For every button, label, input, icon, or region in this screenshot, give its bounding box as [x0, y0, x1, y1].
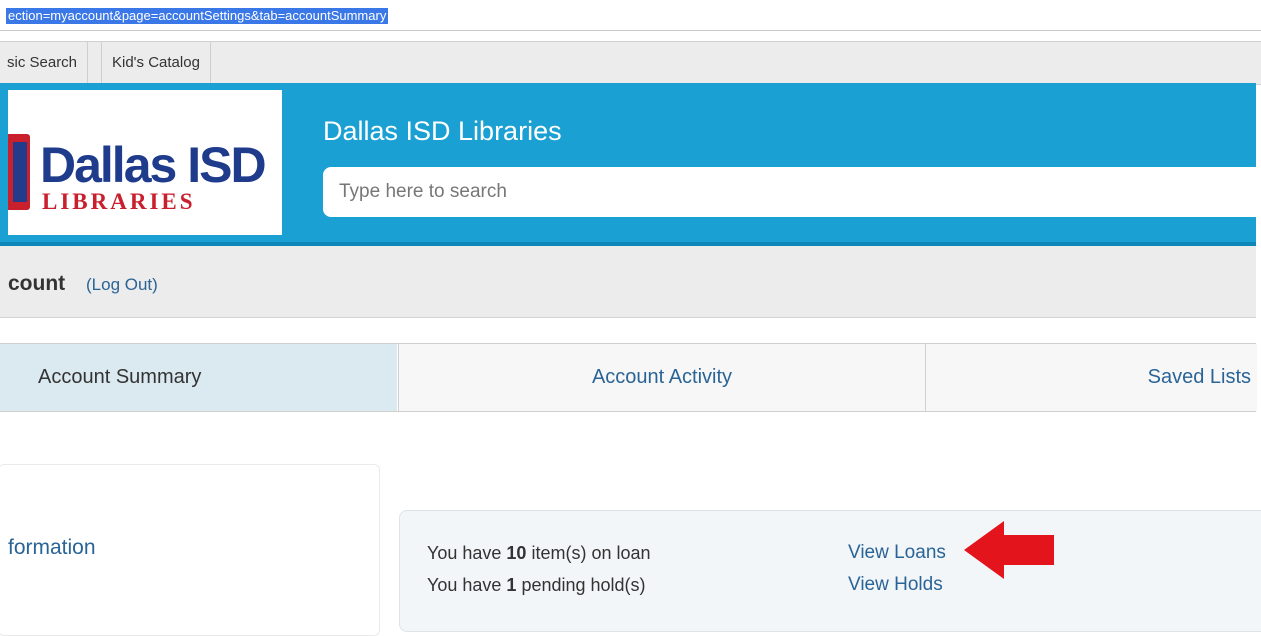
catalog-search-input[interactable]	[323, 167, 1261, 217]
logo-text-libraries: LIBRARIES	[42, 189, 196, 214]
library-logo[interactable]: Dallas ISD LIBRARIES	[8, 90, 282, 235]
view-holds-link[interactable]: View Holds	[848, 574, 943, 596]
red-arrow-icon	[964, 521, 1054, 579]
account-summary-box	[399, 510, 1261, 632]
account-tabs: Account Summary Account Activity Saved L…	[0, 343, 1257, 412]
site-header: Dallas ISD LIBRARIES Dallas ISD Librarie…	[0, 83, 1261, 246]
tab-label: Account Summary	[38, 366, 202, 388]
account-bar: count (Log Out)	[0, 246, 1256, 318]
page-title: count	[8, 272, 66, 295]
logo-text-dallas-isd: Dallas ISD	[40, 137, 267, 193]
catalog-tab-bar: sic Search Kid's Catalog	[0, 41, 1261, 85]
catalog-tab-basic-search[interactable]: sic Search	[0, 42, 89, 83]
tab-account-summary[interactable]: Account Summary	[0, 344, 397, 411]
hold-prefix: You have	[427, 575, 507, 595]
tab-label: Saved Lists	[1147, 366, 1251, 388]
tab-saved-lists[interactable]: Saved Lists	[925, 344, 1257, 411]
loan-summary-text: You have 10 item(s) on loan	[427, 543, 651, 564]
tab-account-activity[interactable]: Account Activity	[398, 344, 925, 411]
site-title: Dallas ISD Libraries	[323, 116, 562, 146]
catalog-tab-kids-catalog[interactable]: Kid's Catalog	[101, 42, 211, 83]
hold-summary-text: You have 1 pending hold(s)	[427, 575, 646, 596]
loan-prefix: You have	[427, 543, 507, 563]
view-loans-link[interactable]: View Loans	[848, 542, 946, 564]
loan-count: 10	[506, 543, 527, 563]
url-selected-text[interactable]: ection=myaccount&page=accountSettings&ta…	[6, 8, 389, 24]
hold-suffix: pending hold(s)	[516, 575, 646, 595]
browser-url-bar[interactable]: ection=myaccount&page=accountSettings&ta…	[0, 0, 1261, 31]
loan-suffix: item(s) on loan	[526, 543, 651, 563]
hold-count: 1	[506, 575, 517, 595]
logout-link[interactable]: (Log Out)	[86, 275, 158, 295]
tab-label: Account Activity	[591, 366, 733, 388]
account-information-link[interactable]: formation	[8, 536, 96, 560]
book-spine-icon	[13, 142, 27, 202]
